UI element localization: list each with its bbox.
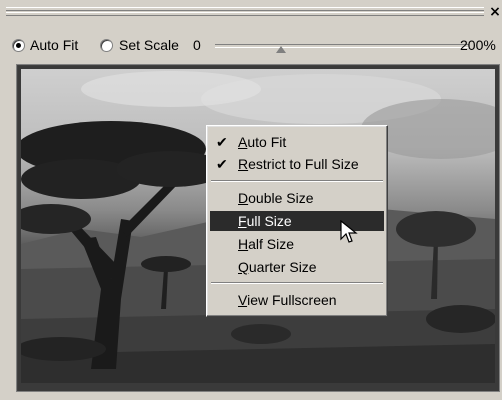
context-menu: ✔ Auto Fit ✔ Restrict to Full Size Doubl…	[206, 125, 388, 317]
close-icon[interactable]: ×	[488, 5, 502, 19]
menu-item-quarter-size[interactable]: Quarter Size	[210, 257, 384, 277]
menu-item-label: View Fullscreen	[238, 292, 337, 308]
checkmark-icon: ✔	[216, 156, 228, 172]
radio-selected-dot	[16, 43, 21, 48]
menu-item-label: Full Size	[238, 213, 292, 229]
menu-item-label: Restrict to Full Size	[238, 156, 359, 172]
scale-toolbar: Auto Fit Set Scale 0 200%	[12, 36, 498, 56]
checkmark-icon: ✔	[216, 134, 228, 150]
slider-min-label: 0	[193, 37, 201, 53]
menu-item-view-fullscreen[interactable]: View Fullscreen	[210, 290, 384, 310]
zoom-slider-thumb[interactable]	[276, 46, 286, 53]
slider-max-label: 200%	[460, 37, 496, 53]
auto-fit-radio[interactable]	[12, 39, 25, 52]
set-scale-label[interactable]: Set Scale	[119, 37, 179, 53]
menu-item-label: Quarter Size	[238, 259, 317, 275]
set-scale-radio[interactable]	[100, 39, 113, 52]
mouse-pointer-icon	[340, 220, 358, 243]
menu-item-double-size[interactable]: Double Size	[210, 188, 384, 208]
title-bar[interactable]: ×	[0, 0, 502, 22]
auto-fit-label[interactable]: Auto Fit	[30, 37, 78, 53]
menu-separator	[211, 282, 383, 284]
title-grip-line	[6, 12, 484, 16]
menu-item-restrict-to-full-size[interactable]: ✔ Restrict to Full Size	[210, 154, 384, 174]
menu-separator	[211, 180, 383, 182]
menu-item-label: Double Size	[238, 190, 314, 206]
zoom-slider-track[interactable]	[215, 44, 469, 48]
menu-item-label: Half Size	[238, 236, 295, 252]
title-grip-line	[6, 7, 484, 11]
menu-item-auto-fit[interactable]: ✔ Auto Fit	[210, 132, 384, 152]
menu-item-label: Auto Fit	[238, 134, 287, 150]
